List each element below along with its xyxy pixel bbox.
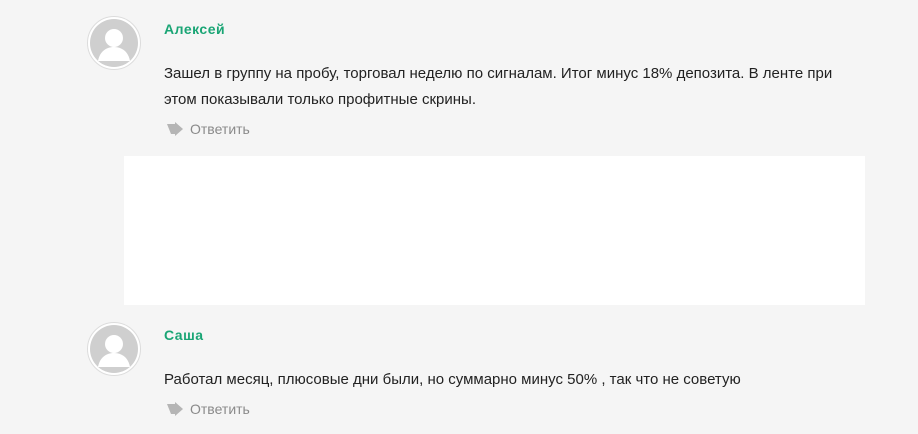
user-avatar-icon — [87, 16, 141, 70]
user-avatar-icon — [87, 322, 141, 376]
blank-content-block — [124, 156, 865, 305]
comment-author[interactable]: Алексей — [164, 21, 225, 37]
comment-author[interactable]: Саша — [164, 327, 204, 343]
reply-button[interactable]: Ответить — [166, 401, 250, 417]
reply-label: Ответить — [190, 401, 250, 417]
reply-button[interactable]: Ответить — [166, 121, 250, 137]
comment-text: Работал месяц, плюсовые дни были, но сум… — [164, 371, 741, 388]
reply-arrow-icon — [166, 402, 184, 416]
reply-label: Ответить — [190, 121, 250, 137]
reply-arrow-icon — [166, 122, 184, 136]
comment-text: Зашел в группу на пробу, торговал неделю… — [164, 65, 833, 108]
